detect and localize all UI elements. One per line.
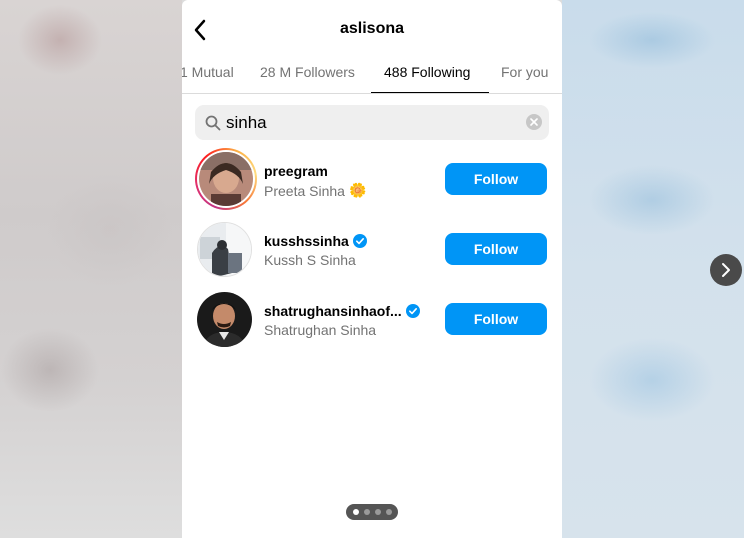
search-icon (205, 115, 221, 131)
page-title: aslisona (339, 20, 405, 37)
username[interactable]: kusshssinha (264, 233, 367, 249)
follow-button[interactable]: Follow (445, 303, 547, 335)
list-item[interactable]: preegram Preeta Sinha 🌼 Follow (182, 148, 562, 216)
username[interactable]: shatrughansinhaof... (264, 303, 420, 319)
sunflower-emoji-icon: 🌼 (348, 182, 367, 198)
modal-header: aslisona (182, 0, 562, 58)
user-info: kusshssinha Kussh S Sinha (264, 233, 367, 268)
active-tab-indicator (371, 92, 489, 93)
search-input[interactable] (226, 112, 516, 133)
tab-followers[interactable]: 28 M Followers (260, 64, 355, 80)
blurred-background-left (0, 0, 182, 538)
tab-following[interactable]: 488 Following (384, 64, 470, 80)
verified-badge-icon (405, 304, 420, 318)
chevron-right-icon (722, 263, 730, 277)
full-name: Shatrughan Sinha (264, 322, 377, 338)
page-dot[interactable] (385, 509, 392, 515)
following-modal: aslisona 1 Mutual 28 M Followers 488 Fol… (182, 0, 562, 538)
user-info: preegram Preeta Sinha 🌼 (264, 163, 366, 199)
page-indicator (346, 504, 398, 520)
list-item[interactable]: shatrughansinhaof... Shatrughan Sinha Fo… (182, 288, 562, 356)
page-dot[interactable] (374, 509, 381, 515)
full-name: Kussh S Sinha (264, 252, 356, 268)
page-dot[interactable] (363, 509, 370, 515)
verified-badge-icon (352, 234, 367, 248)
avatar (199, 152, 253, 206)
clear-icon[interactable] (526, 114, 542, 130)
avatar[interactable] (197, 222, 252, 277)
story-ring[interactable] (195, 148, 257, 210)
list-item[interactable]: kusshssinha Kussh S Sinha Follow (182, 218, 562, 286)
username[interactable]: preegram (264, 163, 366, 179)
tab-bar: 1 Mutual 28 M Followers 488 Following Fo… (182, 58, 562, 94)
tab-for-you[interactable]: For you (501, 64, 548, 80)
tab-mutual[interactable]: 1 Mutual (182, 64, 234, 80)
follow-button[interactable]: Follow (445, 233, 547, 265)
avatar[interactable] (197, 292, 252, 347)
user-info: shatrughansinhaof... Shatrughan Sinha (264, 303, 420, 338)
follow-button[interactable]: Follow (445, 163, 547, 195)
search-bar[interactable] (195, 105, 549, 140)
full-name: Preeta Sinha 🌼 (264, 182, 367, 199)
next-button[interactable] (710, 254, 742, 286)
page-dot[interactable] (352, 509, 359, 515)
